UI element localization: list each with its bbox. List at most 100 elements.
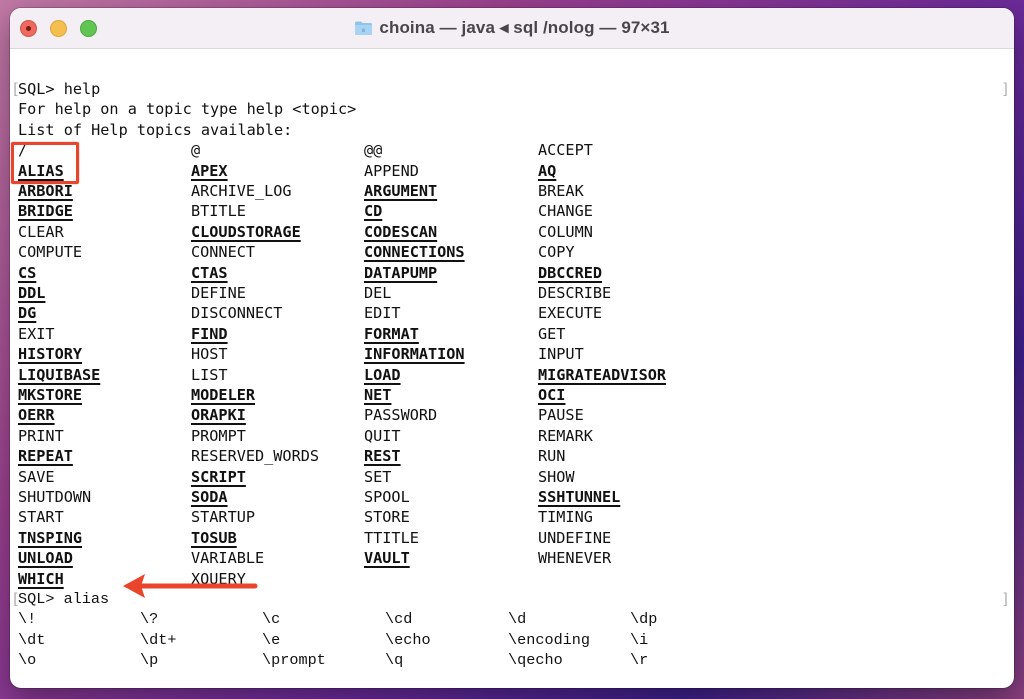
help-topic-describe: DESCRIBE xyxy=(538,284,612,302)
alias-item: \e xyxy=(262,630,281,649)
help-topic-break: BREAK xyxy=(538,182,584,200)
arrow-annotation xyxy=(123,574,258,598)
alias-item: \cd xyxy=(385,610,413,629)
help-topic-soda: SODA xyxy=(191,488,228,506)
prompt-help-line: SQL> help xyxy=(18,80,101,98)
help-topic-bridge: BRIDGE xyxy=(18,202,73,221)
help-topic-prompt: PROMPT xyxy=(191,426,246,445)
help-topic-information: INFORMATION xyxy=(364,345,465,364)
help-topic-which: WHICH xyxy=(18,569,64,588)
help-topic-run: RUN xyxy=(538,447,566,466)
help-topic-password: PASSWORD xyxy=(364,406,438,425)
help-topic-get: GET xyxy=(538,324,566,343)
help-topic-disconnect: DISCONNECT xyxy=(191,304,283,323)
help-topic-apex: APEX xyxy=(191,161,228,180)
help-topic-list: LIST xyxy=(191,365,228,384)
help-topic-unload: UNLOAD xyxy=(18,549,73,568)
help-topic-accept: ACCEPT xyxy=(538,141,593,160)
help-topic-oerr: OERR xyxy=(18,406,55,425)
alias-item: \i xyxy=(630,630,649,649)
help-topic-cs: CS xyxy=(18,263,37,282)
line-marker-right: ] xyxy=(1000,80,1010,98)
alias-item: \r xyxy=(630,651,649,670)
topics-header-line: List of Help topics available: xyxy=(18,120,293,139)
help-topic-ddl: DDL xyxy=(18,284,46,302)
help-topic-orapki: ORAPKI xyxy=(191,406,246,425)
help-topic-whenever: WHENEVER xyxy=(538,549,612,568)
help-topic-cloudstorage: CLOUDSTORAGE xyxy=(191,222,301,241)
help-topic-cd: CD xyxy=(364,202,383,221)
help-topic-codescan: CODESCAN xyxy=(364,222,438,241)
help-topic-column: COLUMN xyxy=(538,222,593,241)
alias-item: \prompt xyxy=(262,651,326,670)
help-topic-tnsping: TNSPING xyxy=(18,528,83,547)
help-topic-ctas: CTAS xyxy=(191,263,228,282)
help-topic-remark: REMARK xyxy=(538,426,593,445)
help-topic-connect: CONNECT xyxy=(191,243,256,262)
help-topic-script: SCRIPT xyxy=(191,467,246,486)
help-topic-variable: VARIABLE xyxy=(191,549,265,568)
alias-item: \o xyxy=(18,651,37,670)
help-topic-reserved-words: RESERVED_WORDS xyxy=(191,447,320,466)
help-topic-pause: PAUSE xyxy=(538,406,584,425)
alias-item: \encoding xyxy=(508,630,591,649)
help-topic-dbccred: DBCCRED xyxy=(538,263,603,282)
help-topic-migrateadvisor: MIGRATEADVISOR xyxy=(538,365,667,384)
help-topic-archive-log: ARCHIVE_LOG xyxy=(191,182,292,200)
help-topic-oci: OCI xyxy=(538,386,566,404)
help-topic-arbori: ARBORI xyxy=(18,182,73,200)
help-topic-dg: DG xyxy=(18,304,37,323)
help-topic-input: INPUT xyxy=(538,345,584,364)
help-topic-edit: EDIT xyxy=(364,304,401,323)
help-topic-net: NET xyxy=(364,386,392,404)
alias-item: \c xyxy=(262,610,281,629)
help-info-line: For help on a topic type help <topic> xyxy=(18,100,357,119)
help-topic-shutdown: SHUTDOWN xyxy=(18,488,92,506)
help-topic-rest: REST xyxy=(364,447,401,466)
help-topic-clear: CLEAR xyxy=(18,222,64,241)
alias-item: \dt+ xyxy=(140,630,177,649)
help-topic-change: CHANGE xyxy=(538,202,593,221)
window-title: choina — java ◂ sql /nolog — 97×31 xyxy=(379,18,670,37)
help-topic-startup: STARTUP xyxy=(191,508,256,527)
help-topic-vault: VAULT xyxy=(364,549,410,568)
help-topic-timing: TIMING xyxy=(538,508,593,527)
alias-item: \! xyxy=(18,610,37,629)
line-marker-left: [ xyxy=(11,80,21,98)
help-topic-append: APPEND xyxy=(364,161,419,180)
help-topic-set: SET xyxy=(364,467,392,486)
help-topic-copy: COPY xyxy=(538,243,575,262)
help-topic-connections: CONNECTIONS xyxy=(364,243,465,262)
line-marker-right: ] xyxy=(1000,590,1010,608)
help-topic-quit: QUIT xyxy=(364,426,401,445)
folder-icon xyxy=(355,21,373,35)
help-topic-del: DEL xyxy=(364,284,392,302)
help-topic-aq: AQ xyxy=(538,161,557,180)
help-topic-modeler: MODELER xyxy=(191,386,256,404)
help-topic-spool: SPOOL xyxy=(364,488,410,506)
alias-item: \dt xyxy=(18,630,46,649)
alias-item: \p xyxy=(140,651,159,670)
alias-item: \qecho xyxy=(508,651,563,670)
help-topic-store: STORE xyxy=(364,508,410,527)
help-topic-btitle: BTITLE xyxy=(191,202,246,221)
alias-item: \? xyxy=(140,610,159,629)
alias-item: \d xyxy=(508,610,527,629)
title-bar[interactable]: choina — java ◂ sql /nolog — 97×31 xyxy=(10,8,1014,49)
alias-item: \dp xyxy=(630,610,658,629)
help-topic-load: LOAD xyxy=(364,365,401,384)
help-topic-find: FIND xyxy=(191,324,228,343)
alias-item: \q xyxy=(385,651,404,670)
highlight-box-annotation xyxy=(11,142,79,184)
help-topic-at: @ xyxy=(191,141,201,160)
help-topic-mkstore: MKSTORE xyxy=(18,386,83,404)
help-topic-print: PRINT xyxy=(18,426,64,445)
alias-item: \echo xyxy=(385,630,431,649)
line-marker-left: [ xyxy=(11,590,21,608)
help-topic-sshtunnel: SSHTUNNEL xyxy=(538,488,621,506)
title-wrap: choina — java ◂ sql /nolog — 97×31 xyxy=(10,8,1014,48)
help-topic-compute: COMPUTE xyxy=(18,243,83,262)
help-topic-ttitle: TTITLE xyxy=(364,528,419,547)
help-topic-host: HOST xyxy=(191,345,228,364)
help-topic-tosub: TOSUB xyxy=(191,528,237,547)
